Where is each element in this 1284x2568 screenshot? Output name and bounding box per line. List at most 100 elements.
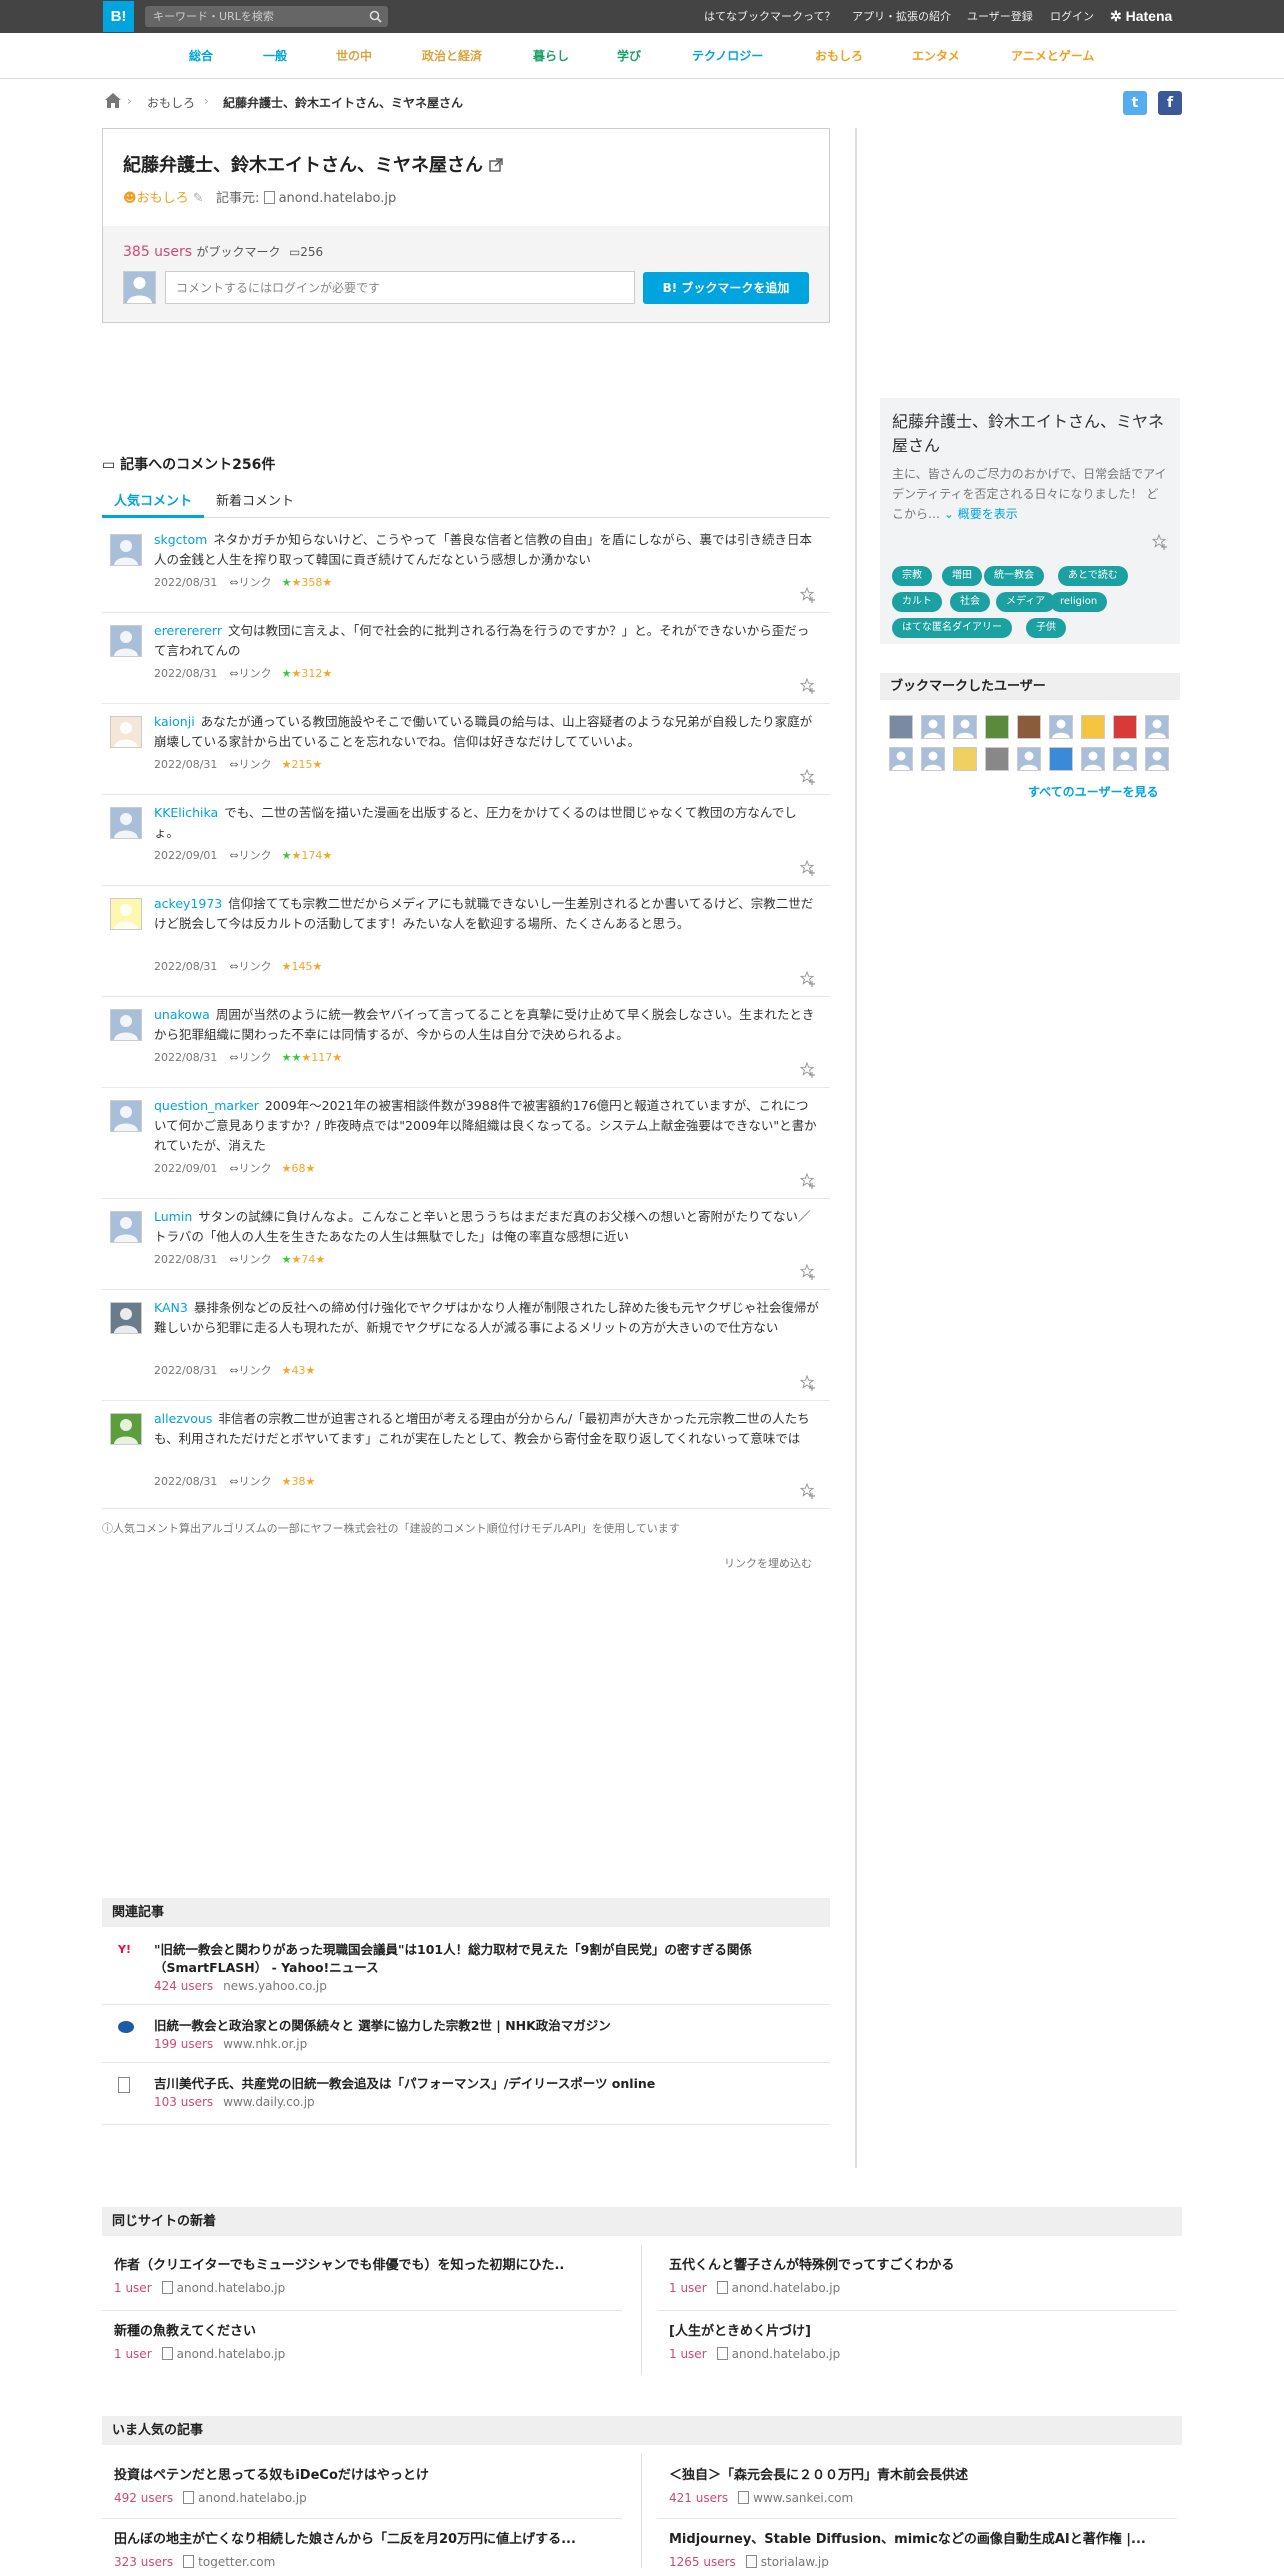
users-count[interactable]: 421 users xyxy=(669,2491,728,2505)
bookmarked-user-avatar[interactable] xyxy=(1081,747,1105,771)
comment-username[interactable]: unakowa xyxy=(154,1007,210,1022)
comment-username[interactable]: ackey1973 xyxy=(154,896,222,911)
same-site-article[interactable]: [人生がときめく片づけ] 1 user anond.hatelabo.jp xyxy=(669,2320,1169,2361)
comment-link[interactable]: ⇔リンク xyxy=(229,960,271,973)
tag-link[interactable]: メディア xyxy=(996,592,1056,612)
avatar[interactable] xyxy=(110,1211,142,1243)
category-link[interactable]: 一般 xyxy=(263,47,287,64)
related-title[interactable]: 旧統一教会と政治家との関係続々と 選挙に協力した宗教2世 | NHK政治マガジン xyxy=(154,2017,804,2035)
avatar[interactable] xyxy=(110,1302,142,1334)
bookmarked-user-avatar[interactable] xyxy=(1113,715,1137,739)
category-link[interactable]: テクノロジー xyxy=(692,47,763,64)
comment-link[interactable]: ⇔リンク xyxy=(229,1051,271,1064)
pencil-icon[interactable]: ✎ xyxy=(193,191,204,206)
nav-apps[interactable]: アプリ・拡張の紹介 xyxy=(852,0,951,33)
search-input[interactable] xyxy=(153,7,358,26)
add-star-icon[interactable] xyxy=(800,1483,816,1499)
article-title[interactable]: 新種の魚教えてください xyxy=(114,2320,614,2339)
star-count[interactable]: ★★174★ xyxy=(282,849,333,862)
related-article[interactable]: 旧統一教会と政治家との関係続々と 選挙に協力した宗教2世 | NHK政治マガジン… xyxy=(102,2005,830,2063)
comment-date[interactable]: 2022/08/31 xyxy=(154,1475,217,1488)
show-summary-link[interactable]: ⌄ 概要を表示 xyxy=(944,507,1018,521)
comment-date[interactable]: 2022/08/31 xyxy=(154,960,217,973)
bookmarked-user-avatar[interactable] xyxy=(953,715,977,739)
embed-link[interactable]: リンクを埋め込む xyxy=(724,1555,812,1571)
comment-username[interactable]: question_marker xyxy=(154,1098,259,1113)
popular-article[interactable]: 田んぼの地主が亡くなり相続した娘さんから「二反を月20万円に値上げする... 32… xyxy=(114,2528,614,2568)
related-article[interactable]: Y! "旧統一教会と関わりがあった現職国会議員"は101人！総力取材で見えた「9割… xyxy=(102,1929,830,2005)
comment-link[interactable]: ⇔リンク xyxy=(229,1475,271,1488)
category-link[interactable]: 世の中 xyxy=(336,47,372,64)
bookmarked-user-avatar[interactable] xyxy=(1145,747,1169,771)
star-count[interactable]: ★68★ xyxy=(282,1162,316,1175)
tab-popular-comments[interactable]: 人気コメント xyxy=(102,490,205,518)
category-link[interactable]: おもしろ xyxy=(815,47,863,64)
avatar[interactable] xyxy=(110,1413,142,1445)
source-domain[interactable]: anond.hatelabo.jp xyxy=(732,2347,841,2361)
same-site-article[interactable]: 五代くんと響子さんが特殊例でってすごくわかる 1 user anond.hatela… xyxy=(669,2254,1169,2295)
bookmarked-user-avatar[interactable] xyxy=(921,747,945,771)
popular-article[interactable]: 投資はペテンだと思ってる奴もiDeCoだけはやっとけ 492 users anond… xyxy=(114,2464,614,2505)
add-star-icon[interactable] xyxy=(800,860,816,876)
comment-link[interactable]: ⇔リンク xyxy=(229,758,271,771)
users-count[interactable]: 492 users xyxy=(114,2491,173,2505)
external-link-icon[interactable] xyxy=(489,158,503,172)
comment-username[interactable]: skgctom xyxy=(154,532,207,547)
bookmarked-user-avatar[interactable] xyxy=(1017,715,1041,739)
users-count[interactable]: 103 users xyxy=(154,2095,213,2109)
avatar[interactable] xyxy=(110,625,142,657)
article-title[interactable]: ＜独自＞「森元会長に２００万円」青木前会長供述 xyxy=(669,2464,1169,2483)
hatena-bookmark-logo[interactable]: B! xyxy=(103,1,134,32)
avatar[interactable] xyxy=(110,898,142,930)
users-count[interactable]: 323 users xyxy=(114,2555,173,2568)
comment-date[interactable]: 2022/09/01 xyxy=(154,849,217,862)
star-count[interactable]: ★43★ xyxy=(282,1364,316,1377)
bookmarked-user-avatar[interactable] xyxy=(921,715,945,739)
add-star-icon[interactable] xyxy=(800,1062,816,1078)
article-title[interactable]: Midjourney、Stable Diffusion、mimicなどの画像自動… xyxy=(669,2528,1169,2547)
comment-link[interactable]: ⇔リンク xyxy=(229,576,271,589)
avatar[interactable] xyxy=(110,534,142,566)
star-count[interactable]: ★★312★ xyxy=(282,667,333,680)
hatena-brand-logo[interactable]: ✲ Hatena xyxy=(1110,0,1172,33)
source-domain[interactable]: storialaw.jp xyxy=(761,2555,829,2568)
category-link[interactable]: 総合 xyxy=(189,47,213,64)
article-title[interactable]: 投資はペテンだと思ってる奴もiDeCoだけはやっとけ xyxy=(114,2464,614,2483)
bookmarked-user-avatar[interactable] xyxy=(1113,747,1137,771)
source-domain[interactable]: anond.hatelabo.jp xyxy=(177,2347,286,2361)
bookmarked-user-avatar[interactable] xyxy=(1145,715,1169,739)
entry-category[interactable]: おもしろ xyxy=(137,191,189,206)
category-link[interactable]: アニメとゲーム xyxy=(1011,47,1094,64)
related-article[interactable]: 吉川美代子氏、共産党の旧統一教会追及は「パフォーマンス」/デイリースポーツ on… xyxy=(102,2063,830,2125)
comment-link[interactable]: ⇔リンク xyxy=(229,1162,271,1175)
tag-link[interactable]: 社会 xyxy=(950,592,990,612)
bookmarked-user-avatar[interactable] xyxy=(889,747,913,771)
see-all-users-link[interactable]: すべてのユーザーを見る xyxy=(1028,783,1158,800)
related-title[interactable]: 吉川美代子氏、共産党の旧統一教会追及は「パフォーマンス」/デイリースポーツ on… xyxy=(154,2075,804,2093)
star-count[interactable]: ★★74★ xyxy=(282,1253,326,1266)
add-star-icon[interactable] xyxy=(800,971,816,987)
source-domain[interactable]: anond.hatelabo.jp xyxy=(198,2491,307,2505)
add-bookmark-button[interactable]: B! ブックマークを追加 xyxy=(643,272,809,304)
source-domain[interactable]: www.sankei.com xyxy=(753,2491,853,2505)
nav-register[interactable]: ユーザー登録 xyxy=(967,0,1033,33)
source-domain[interactable]: www.nhk.or.jp xyxy=(223,2037,307,2051)
same-site-article[interactable]: 作者（クリエイターでもミュージシャンでも俳優でも）を知った初期にひた.. 1 us… xyxy=(114,2254,614,2295)
add-star-icon[interactable] xyxy=(1152,534,1168,550)
comment-link[interactable]: ⇔リンク xyxy=(229,667,271,680)
article-title[interactable]: 五代くんと響子さんが特殊例でってすごくわかる xyxy=(669,2254,1169,2273)
bookmarked-user-avatar[interactable] xyxy=(953,747,977,771)
source-domain[interactable]: news.yahoo.co.jp xyxy=(223,1979,327,1993)
comment-username[interactable]: KKElichika xyxy=(154,805,218,820)
avatar[interactable] xyxy=(110,807,142,839)
tag-link[interactable]: 統一教会 xyxy=(984,566,1044,586)
tag-link[interactable]: はてな匿名ダイアリー xyxy=(892,618,1012,638)
related-title[interactable]: "旧統一教会と関わりがあった現職国会議員"は101人！総力取材で見えた「9割が自… xyxy=(154,1941,804,1977)
add-star-icon[interactable] xyxy=(800,1264,816,1280)
avatar[interactable] xyxy=(110,1009,142,1041)
star-count[interactable]: ★★358★ xyxy=(282,576,333,589)
category-link[interactable]: エンタメ xyxy=(912,47,960,64)
tag-link[interactable]: あとで読む xyxy=(1058,566,1128,586)
tag-link[interactable]: 宗教 xyxy=(892,566,932,586)
source-domain[interactable]: www.daily.co.jp xyxy=(223,2095,315,2109)
